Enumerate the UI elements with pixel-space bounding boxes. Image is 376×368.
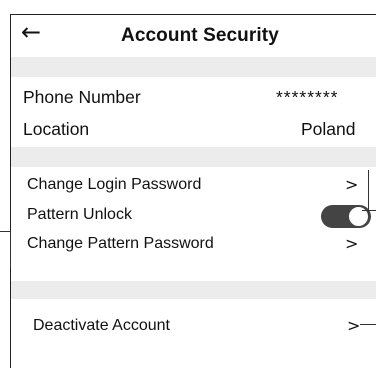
phone-number-label: Phone Number [23, 87, 141, 107]
page-title: Account Security [121, 25, 279, 46]
chevron-right-icon: > [347, 316, 361, 335]
location-value: Poland [301, 119, 356, 139]
change-login-password-label: Change Login Password [27, 176, 202, 193]
annotation-line [362, 210, 376, 211]
location-label: Location [23, 119, 90, 139]
annotation-line [360, 324, 376, 325]
deactivate-account-label: Deactivate Account [33, 317, 170, 334]
change-pattern-password-label: Change Pattern Password [27, 235, 214, 252]
account-security-screen: ← Account Security Phone Number ********… [10, 14, 376, 368]
change-login-password-row[interactable]: Change Login Password > [11, 171, 376, 199]
chevron-right-icon: > [345, 234, 359, 253]
phone-number-value: ******** [276, 87, 339, 107]
phone-number-row: Phone Number ******** [11, 83, 376, 111]
section-divider [11, 281, 376, 299]
arrow-left-icon[interactable]: ← [21, 17, 41, 47]
header: ← Account Security [11, 15, 376, 55]
annotation-line [368, 170, 369, 215]
section-divider [11, 147, 376, 167]
section-divider [11, 57, 376, 77]
chevron-right-icon: > [345, 175, 359, 194]
change-pattern-password-row[interactable]: Change Pattern Password > [11, 230, 376, 258]
location-row: Location Poland [11, 115, 376, 143]
pattern-unlock-row: Pattern Unlock [11, 201, 376, 229]
pattern-unlock-toggle[interactable] [321, 205, 371, 228]
annotation-line [10, 230, 11, 268]
annotation-line [0, 231, 10, 232]
pattern-unlock-label: Pattern Unlock [27, 206, 132, 223]
deactivate-account-row[interactable]: Deactivate Account > [11, 312, 376, 340]
